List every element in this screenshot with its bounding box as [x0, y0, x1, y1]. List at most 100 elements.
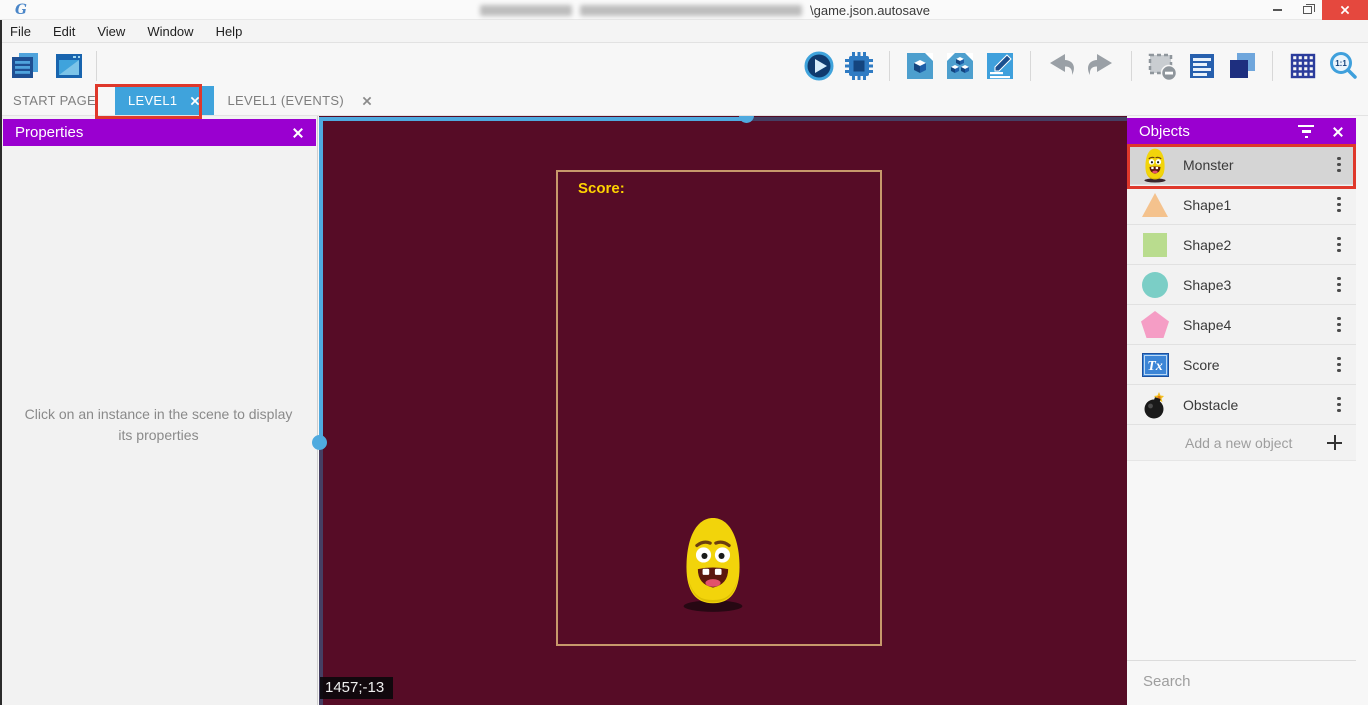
object-name: Monster	[1183, 157, 1322, 173]
redo-button[interactable]	[1084, 49, 1118, 83]
add-object-label: Add a new object	[1185, 435, 1327, 451]
objects-panel-title: Objects	[1139, 123, 1190, 140]
svg-text:Tx: Tx	[1147, 359, 1163, 374]
title-bar: G \game.json.autosave	[0, 0, 1368, 20]
object-menu-icon[interactable]	[1322, 193, 1356, 217]
layers-button[interactable]	[1225, 49, 1259, 83]
object-menu-icon[interactable]	[1322, 313, 1356, 337]
close-icon	[1340, 5, 1350, 15]
properties-panel: Properties Click on an instance in the s…	[0, 116, 318, 705]
object-row-shape3[interactable]: Shape3	[1127, 265, 1356, 305]
object-row-monster[interactable]: Monster	[1127, 145, 1356, 185]
minimize-icon	[1273, 9, 1282, 11]
plus-icon	[1327, 435, 1342, 450]
tab-label: LEVEL1	[128, 93, 178, 108]
menu-window[interactable]: Window	[147, 24, 193, 39]
toolbar-divider	[1030, 51, 1031, 81]
start-page-icon	[53, 50, 85, 82]
instances-list-button[interactable]	[1185, 49, 1219, 83]
object-row-shape1[interactable]: Shape1	[1127, 185, 1356, 225]
tab-strip: START PAGE LEVEL1 LEVEL1 (EVENTS)	[0, 86, 1368, 116]
start-page-button[interactable]	[52, 49, 86, 83]
object-menu-icon[interactable]	[1322, 353, 1356, 377]
minimize-button[interactable]	[1262, 0, 1292, 20]
objects-group-button[interactable]	[943, 49, 977, 83]
window-title-text: \game.json.autosave	[810, 3, 930, 18]
debug-icon	[843, 50, 875, 82]
add-object-button[interactable]	[903, 49, 937, 83]
selection-outline-left	[319, 443, 323, 705]
add-object-row[interactable]: Add a new object	[1127, 425, 1356, 461]
zoom-ratio-button[interactable]: 1:1	[1326, 49, 1360, 83]
object-name: Score	[1183, 357, 1322, 373]
toolbar-divider	[1131, 51, 1132, 81]
object-menu-icon[interactable]	[1322, 153, 1356, 177]
tab-label: LEVEL1 (EVENTS)	[227, 93, 344, 108]
tab-close-icon[interactable]	[190, 95, 200, 105]
objects-search-box	[1127, 660, 1356, 702]
object-row-obstacle[interactable]: Obstacle	[1127, 385, 1356, 425]
restore-icon	[1303, 6, 1312, 14]
zoom-ratio-icon: 1:1	[1327, 50, 1359, 82]
monster-instance[interactable]	[677, 514, 749, 613]
restore-button[interactable]	[1292, 0, 1322, 20]
object-menu-icon[interactable]	[1322, 393, 1356, 417]
tab-level1-events-close[interactable]	[357, 86, 383, 115]
object-row-score[interactable]: Tx Score	[1127, 345, 1356, 385]
deselect-instances-button[interactable]	[1145, 49, 1179, 83]
object-name: Shape4	[1183, 317, 1322, 333]
menu-help[interactable]: Help	[216, 24, 243, 39]
selection-handle-left[interactable]	[312, 435, 327, 450]
redacted-title-segment	[580, 5, 802, 16]
selection-outline-top	[747, 117, 1127, 121]
undo-icon	[1045, 50, 1077, 82]
objects-panel-header: Objects	[1127, 118, 1356, 145]
object-row-shape4[interactable]: Shape4	[1127, 305, 1356, 345]
monster-icon	[1142, 147, 1168, 183]
redacted-title-segment	[480, 5, 572, 16]
menu-file[interactable]: File	[10, 24, 31, 39]
instances-list-icon	[1186, 50, 1218, 82]
score-text-object[interactable]: Score:	[578, 180, 625, 197]
grid-icon	[1287, 50, 1319, 82]
pentagon-icon	[1140, 310, 1170, 339]
toolbar-divider	[889, 51, 890, 81]
edit-scene-icon	[984, 50, 1016, 82]
svg-text:1:1: 1:1	[1335, 59, 1347, 68]
undo-button[interactable]	[1044, 49, 1078, 83]
layers-icon	[1226, 50, 1258, 82]
filter-icon[interactable]	[1298, 125, 1314, 139]
cursor-coordinates: 1457;-13	[320, 677, 393, 699]
window-title: \game.json.autosave	[480, 0, 930, 20]
selection-handle-top-wrap	[733, 116, 761, 128]
scene-canvas[interactable]: Score: 1457;-13	[319, 116, 1127, 705]
close-button[interactable]	[1322, 0, 1368, 20]
selection-outline-left-highlight	[319, 117, 323, 443]
objects-panel: Objects Monster Shape1	[1127, 116, 1368, 705]
toolbar-divider	[96, 51, 97, 81]
project-manager-icon	[9, 50, 41, 82]
tab-start-page[interactable]: START PAGE	[0, 86, 109, 115]
tab-label: START PAGE	[13, 93, 96, 108]
object-menu-icon[interactable]	[1322, 273, 1356, 297]
triangle-icon	[1140, 191, 1170, 219]
properties-close-icon[interactable]	[292, 127, 304, 139]
objects-close-icon[interactable]	[1332, 126, 1344, 138]
object-row-shape2[interactable]: Shape2	[1127, 225, 1356, 265]
tab-level1-events[interactable]: LEVEL1 (EVENTS)	[214, 86, 357, 115]
object-menu-icon[interactable]	[1322, 233, 1356, 257]
menu-view[interactable]: View	[97, 24, 125, 39]
menu-edit[interactable]: Edit	[53, 24, 75, 39]
menu-bar: File Edit View Window Help	[0, 20, 1368, 43]
selection-handle-top[interactable]	[739, 116, 754, 123]
play-button[interactable]	[802, 49, 836, 83]
deselect-instances-icon	[1146, 50, 1178, 82]
search-input[interactable]	[1127, 673, 1342, 690]
debug-button[interactable]	[842, 49, 876, 83]
tab-level1[interactable]: LEVEL1	[115, 86, 215, 115]
add-object-icon	[904, 50, 936, 82]
grid-button[interactable]	[1286, 49, 1320, 83]
edit-scene-button[interactable]	[983, 49, 1017, 83]
window-left-edge	[0, 20, 2, 705]
project-manager-button[interactable]	[8, 49, 42, 83]
